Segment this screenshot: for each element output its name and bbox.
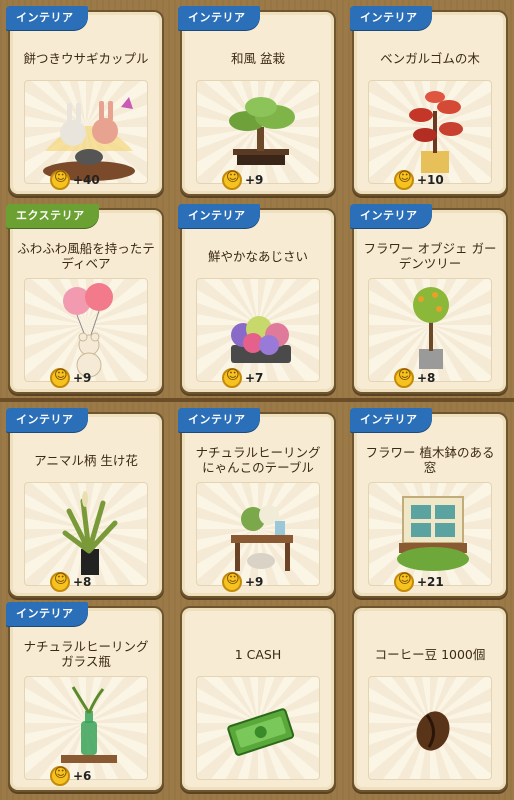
star-coin-icon <box>222 170 242 190</box>
item-title: 和風 盆栽 <box>231 50 285 66</box>
star-coin-icon <box>50 766 70 786</box>
cat-table-icon <box>196 482 320 586</box>
bonus-value: +7 <box>222 368 263 388</box>
ikebana-icon <box>24 482 148 586</box>
item-title: 鮮やかなあじさい <box>207 248 308 264</box>
category-badge: インテリア <box>350 204 432 228</box>
bonus-value: +6 <box>50 766 91 786</box>
star-coin-icon <box>50 572 70 592</box>
teddy-balloon-icon <box>24 278 148 382</box>
bonus-value: +8 <box>394 368 435 388</box>
star-coin-icon <box>394 572 414 592</box>
category-badge: インテリア <box>178 408 260 432</box>
category-badge: インテリア <box>6 408 88 432</box>
category-badge: インテリア <box>350 408 432 432</box>
item-title: 1 CASH <box>234 646 282 662</box>
category-badge: インテリア <box>6 6 88 30</box>
star-coin-icon <box>50 170 70 190</box>
bonus-value: +9 <box>222 170 263 190</box>
item-title: フラワー オブジェ ガーデンツリー <box>363 241 497 271</box>
rubber-tree-icon <box>368 80 492 184</box>
bonus-value: +9 <box>50 368 91 388</box>
star-coin-icon <box>50 368 70 388</box>
garden-tree-icon <box>368 278 492 382</box>
item-title: ベンガルゴムの木 <box>380 50 480 66</box>
item-card-ikebana[interactable]: インテリア アニマル柄 生け花 +8 <box>6 408 164 598</box>
cash-icon <box>196 676 320 780</box>
item-title: フラワー 植木鉢のある窓 <box>365 445 495 475</box>
item-title: ナチュラルヒーリング ガラス瓶 <box>23 639 149 669</box>
bonsai-icon <box>196 80 320 184</box>
star-coin-icon <box>222 368 242 388</box>
bonus-value: +40 <box>50 170 100 190</box>
category-badge: インテリア <box>178 204 260 228</box>
item-card-cat-table[interactable]: インテリア ナチュラルヒーリング にゃんこのテーブル +9 <box>178 408 336 598</box>
item-title: アニマル柄 生け花 <box>34 452 138 468</box>
hydrangea-icon <box>196 278 320 382</box>
star-coin-icon <box>394 368 414 388</box>
bonus-value: +10 <box>394 170 444 190</box>
star-coin-icon <box>394 170 414 190</box>
coffee-bean-icon <box>368 676 492 780</box>
item-card-garden-tree[interactable]: インテリア フラワー オブジェ ガーデンツリー +8 <box>350 204 508 394</box>
category-badge: インテリア <box>6 602 88 626</box>
bonus-value: +21 <box>394 572 444 592</box>
category-badge: エクステリア <box>6 204 99 228</box>
item-title: コーヒー豆 1000個 <box>374 646 486 662</box>
bunny-couple-icon <box>24 80 148 184</box>
category-badge: インテリア <box>350 6 432 30</box>
bonus-value: +9 <box>222 572 263 592</box>
bonus-value: +8 <box>50 572 91 592</box>
flower-window-icon <box>368 482 492 586</box>
item-card-hydrangea[interactable]: インテリア 鮮やかなあじさい +7 <box>178 204 336 394</box>
star-coin-icon <box>222 572 242 592</box>
item-title: ナチュラルヒーリング にゃんこのテーブル <box>195 445 321 475</box>
item-card-bunny-couple[interactable]: インテリア 餅つきウサギカップル +40 <box>6 6 164 196</box>
category-badge: インテリア <box>178 6 260 30</box>
item-card-flower-window[interactable]: インテリア フラワー 植木鉢のある窓 +21 <box>350 408 508 598</box>
item-title: ふわふわ風船を持ったテディベア <box>17 241 155 271</box>
item-card-teddy-balloon[interactable]: エクステリア ふわふわ風船を持ったテディベア +9 <box>6 204 164 394</box>
item-card-rubber-tree[interactable]: インテリア ベンガルゴムの木 +10 <box>350 6 508 196</box>
glass-bottle-icon <box>24 676 148 780</box>
item-card-bonsai[interactable]: インテリア 和風 盆栽 +9 <box>178 6 336 196</box>
item-card-cash[interactable]: 1 CASH <box>180 606 336 792</box>
item-card-coffee-beans[interactable]: コーヒー豆 1000個 <box>352 606 508 792</box>
item-card-glass-bottle[interactable]: インテリア ナチュラルヒーリング ガラス瓶 +6 <box>6 602 164 792</box>
item-title: 餅つきウサギカップル <box>23 50 149 66</box>
